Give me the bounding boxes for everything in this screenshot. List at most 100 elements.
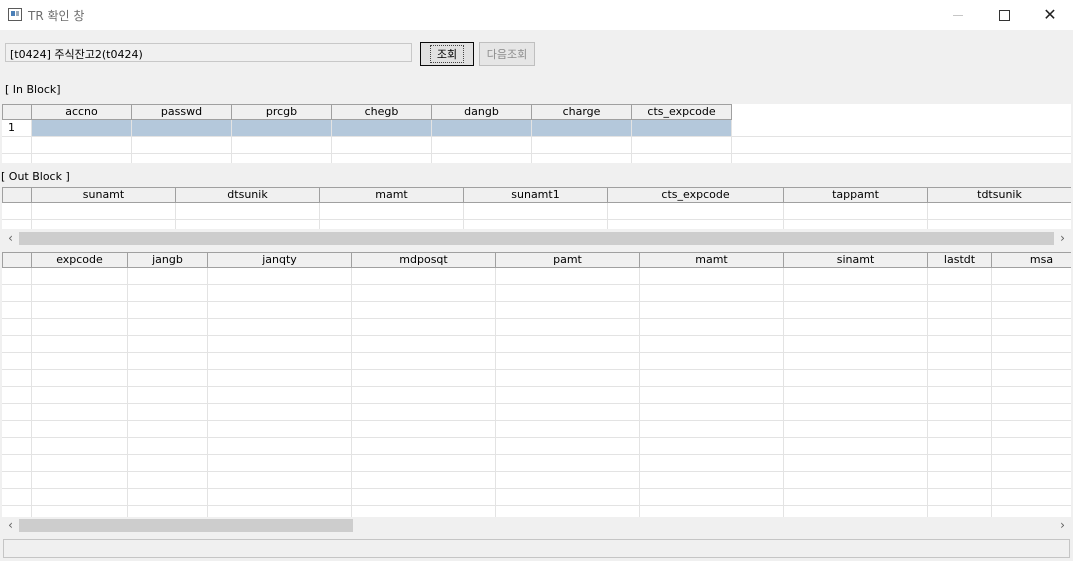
grid-cell[interactable] — [320, 220, 464, 229]
grid-cell[interactable] — [992, 319, 1071, 336]
grid-cell[interactable] — [608, 203, 784, 220]
out-block1-hscrollbar[interactable]: ‹ › — [2, 517, 1071, 534]
grid-cell[interactable] — [132, 120, 232, 137]
grid-cell[interactable] — [232, 120, 332, 137]
grid-cell[interactable] — [928, 285, 992, 302]
row-number-cell[interactable] — [2, 203, 32, 220]
grid-cell[interactable] — [32, 302, 128, 319]
grid-cell[interactable] — [132, 154, 232, 163]
table-row[interactable] — [2, 285, 1071, 302]
grid-cell[interactable] — [128, 438, 208, 455]
grid-cell[interactable] — [352, 506, 496, 517]
grid-cell[interactable] — [432, 154, 532, 163]
grid-cell[interactable] — [32, 268, 128, 285]
grid-cell[interactable] — [32, 438, 128, 455]
grid-cell[interactable] — [32, 319, 128, 336]
out-block-grid[interactable]: sunamt dtsunik mamt sunamt1 cts_expcode tappa… — [2, 187, 1071, 229]
grid-cell[interactable] — [128, 387, 208, 404]
grid-cell[interactable] — [32, 285, 128, 302]
grid-cell[interactable] — [132, 137, 232, 154]
out-block1-grid[interactable]: expcode jangb janqty mdposqt pamt mamt sinamt l… — [2, 252, 1071, 517]
grid-cell[interactable] — [496, 302, 640, 319]
grid-cell[interactable] — [784, 387, 928, 404]
grid-cell[interactable] — [496, 438, 640, 455]
grid-cell[interactable] — [496, 268, 640, 285]
grid-cell[interactable] — [928, 404, 992, 421]
close-button[interactable]: ✕ — [1027, 0, 1073, 30]
grid-cell[interactable] — [128, 455, 208, 472]
column-header-sunamt[interactable]: sunamt — [32, 187, 176, 203]
grid-cell[interactable] — [496, 404, 640, 421]
grid-cell[interactable] — [784, 302, 928, 319]
grid-cell[interactable] — [928, 302, 992, 319]
grid-cell[interactable] — [928, 203, 1071, 220]
grid-cell[interactable] — [352, 285, 496, 302]
table-row[interactable] — [2, 455, 1071, 472]
grid-cell[interactable] — [208, 404, 352, 421]
grid-cell[interactable] — [128, 319, 208, 336]
row-number-cell[interactable] — [2, 220, 32, 229]
grid-cell[interactable] — [208, 285, 352, 302]
grid-cell[interactable] — [496, 387, 640, 404]
grid-cell[interactable] — [32, 120, 132, 137]
grid-cell[interactable] — [332, 154, 432, 163]
grid-cell[interactable] — [784, 285, 928, 302]
grid-cell[interactable] — [208, 353, 352, 370]
column-header-sinamt[interactable]: sinamt — [784, 252, 928, 268]
column-header-sunamt1[interactable]: sunamt1 — [464, 187, 608, 203]
grid-cell[interactable] — [992, 336, 1071, 353]
grid-cell[interactable] — [640, 336, 784, 353]
grid-cell[interactable] — [128, 268, 208, 285]
grid-cell[interactable] — [32, 472, 128, 489]
grid-cell[interactable] — [208, 506, 352, 517]
table-row[interactable]: 1 — [2, 120, 1071, 137]
grid-cell[interactable] — [992, 506, 1071, 517]
grid-cell[interactable] — [208, 387, 352, 404]
grid-cell[interactable] — [352, 336, 496, 353]
grid-cell[interactable] — [992, 302, 1071, 319]
grid-cell[interactable] — [640, 353, 784, 370]
row-number-cell[interactable] — [2, 506, 32, 517]
grid-cell[interactable] — [640, 455, 784, 472]
grid-cell[interactable] — [352, 455, 496, 472]
grid-cell[interactable] — [352, 387, 496, 404]
grid-cell[interactable] — [928, 353, 992, 370]
grid-cell[interactable] — [608, 220, 784, 229]
grid-cell[interactable] — [928, 268, 992, 285]
row-number-cell[interactable] — [2, 353, 32, 370]
table-row[interactable] — [2, 421, 1071, 438]
grid-cell[interactable] — [992, 472, 1071, 489]
grid-cell[interactable] — [640, 268, 784, 285]
column-header-charge[interactable]: charge — [532, 104, 632, 120]
grid-cell[interactable] — [640, 404, 784, 421]
grid-cell[interactable] — [352, 302, 496, 319]
grid-cell[interactable] — [32, 203, 176, 220]
table-row[interactable] — [2, 489, 1071, 506]
grid-cell[interactable] — [208, 302, 352, 319]
table-row[interactable] — [2, 438, 1071, 455]
row-number-cell[interactable] — [2, 404, 32, 421]
table-row[interactable] — [2, 203, 1071, 220]
grid-cell[interactable] — [496, 455, 640, 472]
grid-cell[interactable] — [208, 421, 352, 438]
grid-cell[interactable] — [632, 120, 732, 137]
row-number-cell[interactable] — [2, 285, 32, 302]
grid-cell[interactable] — [784, 438, 928, 455]
grid-cell[interactable] — [784, 421, 928, 438]
grid-cell[interactable] — [928, 220, 1071, 229]
grid-cell[interactable] — [496, 336, 640, 353]
grid-cell[interactable] — [992, 370, 1071, 387]
column-header-lastdt[interactable]: lastdt — [928, 252, 992, 268]
row-number-cell[interactable] — [2, 302, 32, 319]
grid-cell[interactable] — [532, 154, 632, 163]
grid-cell[interactable] — [208, 336, 352, 353]
table-row[interactable] — [2, 472, 1071, 489]
grid-cell[interactable] — [928, 387, 992, 404]
table-row[interactable] — [2, 370, 1071, 387]
table-row[interactable] — [2, 353, 1071, 370]
grid-cell[interactable] — [32, 421, 128, 438]
row-number-cell[interactable] — [2, 268, 32, 285]
grid-cell[interactable] — [128, 472, 208, 489]
grid-cell[interactable] — [640, 370, 784, 387]
grid-cell[interactable] — [992, 353, 1071, 370]
